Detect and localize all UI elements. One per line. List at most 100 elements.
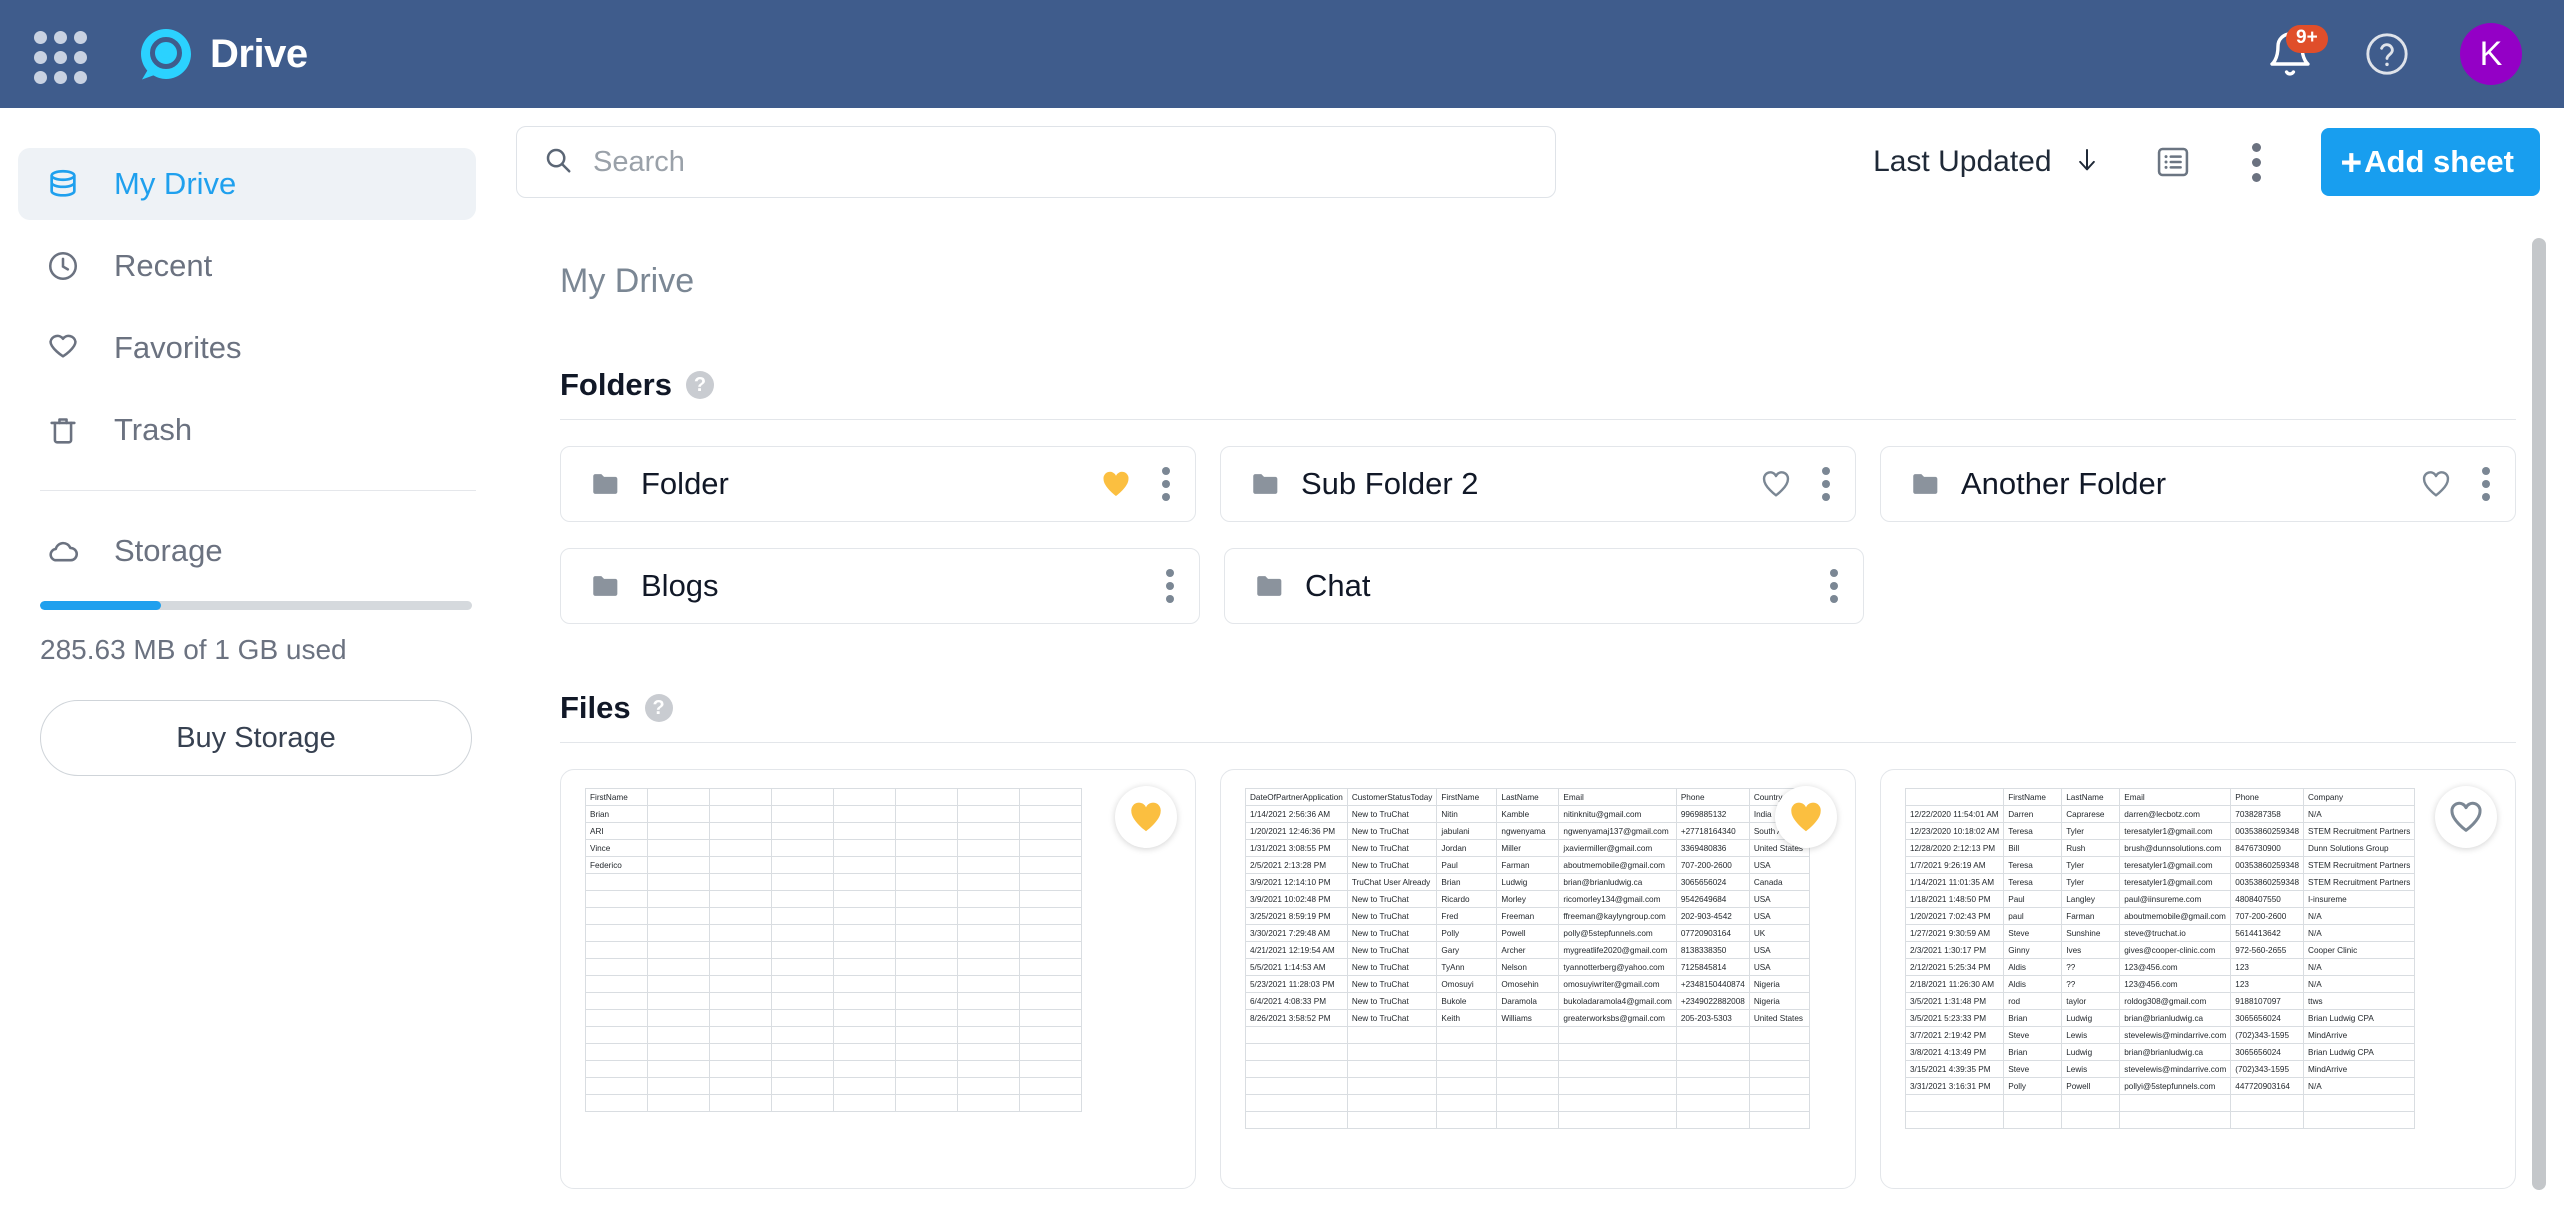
sidebar-item-trash[interactable]: Trash (18, 394, 476, 466)
folder-menu-icon[interactable] (1163, 566, 1177, 606)
search-box[interactable] (516, 126, 1556, 198)
heart-filled-icon[interactable] (1115, 786, 1177, 848)
notifications-button[interactable]: 9+ (2266, 25, 2328, 78)
sheet-cell: Ludwig (2061, 1043, 2121, 1061)
kebab-menu-icon[interactable] (2248, 139, 2265, 186)
sheet-cell (709, 805, 772, 823)
folder-card-actions (1827, 566, 1841, 606)
heart-filled-icon[interactable] (1099, 467, 1133, 501)
help-button[interactable] (2364, 31, 2410, 77)
list-view-icon[interactable] (2154, 143, 2192, 181)
heart-outline-icon[interactable] (1759, 467, 1793, 501)
file-card[interactable]: DateOfPartnerApplication CustomerStatusTo… (1220, 769, 1856, 1189)
folder-menu-icon[interactable] (2479, 464, 2493, 504)
sheet-cell: Gary (1436, 941, 1498, 959)
sheet-cell (585, 890, 648, 908)
file-card[interactable]: FirstName LastName Email Phone Company 12/22/… (1880, 769, 2516, 1189)
sheet-cell: Powell (1496, 924, 1560, 942)
sheet-cell (771, 890, 834, 908)
sheet-cell (709, 822, 772, 840)
sheet-cell: darren@lecbotz.com (2119, 805, 2232, 823)
brand-logo-link[interactable]: Drive (138, 26, 308, 82)
sidebar-item-storage[interactable]: Storage (18, 515, 476, 587)
sheet-cell: teresatyler1@gmail.com (2119, 856, 2232, 874)
drive-logo-icon (138, 26, 194, 82)
sheet-cell: mygreatlife2020@gmail.com (1558, 941, 1677, 959)
arrow-down-icon[interactable] (2072, 145, 2102, 180)
sheet-cell: 1/18/2021 1:48:50 PM (1904, 890, 2005, 908)
sheet-cell (895, 1026, 958, 1044)
sheet-cell (833, 1077, 896, 1095)
folder-card[interactable]: Another Folder (1880, 446, 2516, 522)
sheet-header-row: FirstName (585, 788, 1082, 806)
folder-icon (1249, 467, 1283, 501)
sheet-cell: LastName (2061, 788, 2121, 806)
sheet-row (1904, 1094, 2416, 1112)
folder-menu-icon[interactable] (1819, 464, 1833, 504)
folder-menu-icon[interactable] (1159, 464, 1173, 504)
folder-card[interactable]: Blogs (560, 548, 1200, 624)
sheet-cell: Phone (1675, 788, 1750, 806)
sheet-cell: TyAnn (1436, 958, 1498, 976)
buy-storage-button[interactable]: Buy Storage (40, 700, 472, 776)
sheet-cell (895, 805, 958, 823)
sheet-cell (709, 907, 772, 925)
sheet-cell: Bukole (1436, 992, 1498, 1010)
sheet-cell: 3/5/2021 5:23:33 PM (1904, 1009, 2005, 1027)
sheet-cell (957, 958, 1020, 976)
sheet-cell: polly@5stepfunnels.com (1558, 924, 1677, 942)
sheet-cell: steve@truchat.io (2119, 924, 2232, 942)
folders-section-title: Folders (560, 367, 672, 402)
sheet-row: 2/18/2021 11:26:30 AM Aldis?? 123@456.com 1… (1904, 975, 2416, 993)
sheet-cell (833, 839, 896, 857)
sheet-row: 3/31/2021 3:16:31 PM Polly Powell pollyi@5s… (1904, 1077, 2416, 1095)
folders-help-icon[interactable]: ? (685, 371, 714, 399)
sheet-cell: 3065656024 (2230, 1043, 2305, 1061)
sheet-cell (833, 788, 896, 806)
folder-menu-icon[interactable] (1827, 566, 1841, 606)
file-card[interactable]: FirstName Brian ARI Vince Federico (560, 769, 1196, 1189)
sheet-cell (1904, 788, 2005, 806)
user-avatar[interactable]: K (2460, 23, 2522, 85)
sheet-cell: Tyler (2061, 856, 2121, 874)
sheet-cell: Brian (2003, 1009, 2063, 1027)
sheet-cell (1346, 1060, 1438, 1078)
add-sheet-button[interactable]: + Add sheet (2320, 128, 2540, 196)
folder-card[interactable]: Chat (1224, 548, 1864, 624)
sidebar-item-my-drive[interactable]: My Drive (18, 148, 476, 220)
sheet-cell (585, 992, 648, 1010)
files-help-icon[interactable]: ? (644, 694, 673, 722)
sheet-cell: stevelewis@mindarrive.com (2119, 1026, 2232, 1044)
folder-card[interactable]: Folder (560, 446, 1196, 522)
heart-outline-icon[interactable] (2419, 467, 2453, 501)
sheet-row: 1/31/2021 3:08:55 PM New to TruChat Jordan… (1245, 839, 1810, 857)
sheet-cell: USA (1748, 941, 1810, 959)
sheet-cell: 3/8/2021 4:13:49 PM (1904, 1043, 2005, 1061)
sheet-cell: Steve (2003, 924, 2063, 942)
sheet-cell: 1/7/2021 9:26:19 AM (1904, 856, 2005, 874)
sheet-cell: (702)343-1595 (2230, 1060, 2305, 1078)
folder-card[interactable]: Sub Folder 2 (1220, 446, 1856, 522)
heart-filled-icon[interactable] (1775, 786, 1837, 848)
sheet-cell (709, 788, 772, 806)
sheet-cell: 3/15/2021 4:39:35 PM (1904, 1060, 2005, 1078)
search-input[interactable] (593, 145, 1529, 179)
sheet-cell: Paul (2003, 890, 2063, 908)
sheet-row (585, 958, 1082, 976)
sheet-row: 1/18/2021 1:48:50 PM Paul Langley paul@iins… (1904, 890, 2416, 908)
apps-grid-icon[interactable] (24, 21, 90, 87)
sheet-cell (709, 856, 772, 874)
sheet-cell: aboutmemobile@gmail.com (2119, 907, 2232, 925)
sheet-cell (833, 822, 896, 840)
sheet-cell: 205-203-5303 (1675, 1009, 1750, 1027)
sheet-cell (709, 975, 772, 993)
sheet-cell: 5/5/2021 1:14:53 AM (1245, 958, 1348, 976)
heart-outline-icon[interactable] (2435, 786, 2497, 848)
sidebar-item-favorites[interactable]: Favorites (18, 312, 476, 384)
sheet-cell (647, 975, 710, 993)
sheet-cell: CustomerStatusToday (1346, 788, 1438, 806)
sort-selector[interactable]: Last Updated (1873, 145, 2051, 179)
sheet-cell (1019, 1060, 1082, 1078)
vertical-scrollbar[interactable] (2532, 238, 2546, 1190)
sidebar-item-recent[interactable]: Recent (18, 230, 476, 302)
